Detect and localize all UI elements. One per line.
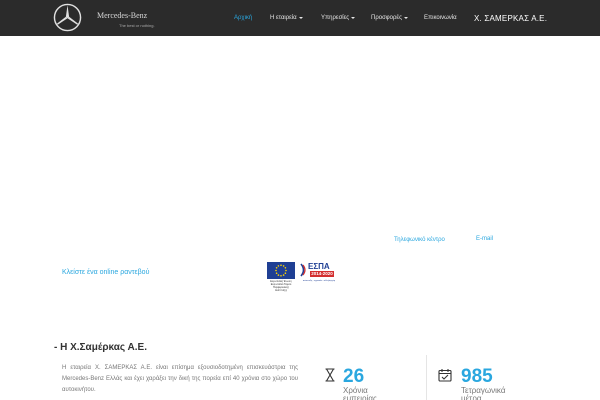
nav-item-home[interactable]: Αρχική bbox=[234, 0, 252, 36]
eu-caption: Ευρωπαϊκή Ένωση Ευρωπαϊκό Ταμείο Περιφερ… bbox=[270, 280, 292, 292]
mercedes-star-logo-icon[interactable] bbox=[53, 3, 82, 32]
nav-item-services[interactable]: Υπηρεσίες bbox=[321, 0, 356, 36]
chevron-down-icon bbox=[404, 17, 408, 19]
espa-swoosh-icon bbox=[300, 263, 306, 277]
hourglass-icon bbox=[325, 368, 335, 382]
phone-center-link[interactable]: Τηλεφωνικό κέντρο bbox=[394, 237, 445, 243]
nav-item-contact-label: Επικοινωνία bbox=[424, 15, 457, 21]
online-appointment-link[interactable]: Κλείστε ένα online ραντεβού bbox=[62, 269, 149, 276]
brand-tagline: The best or nothing. bbox=[119, 23, 155, 28]
nav-item-company-label: Η εταιρεία bbox=[270, 15, 297, 21]
chevron-down-icon bbox=[351, 17, 356, 19]
stats-divider bbox=[426, 355, 427, 400]
about-intro-text: Η εταιρεία Χ. ΣΑΜΕΡΚΑΣ Α.Ε. είναι επίσημ… bbox=[62, 365, 298, 393]
company-name-link[interactable]: Χ. ΣΑΜΕΡΚΑΣ Α.Ε. bbox=[474, 0, 547, 36]
nav-item-contact[interactable]: Επικοινωνία bbox=[424, 0, 457, 36]
top-navbar: Mercedes-Benz The best or nothing. Αρχικ… bbox=[0, 0, 600, 36]
espa-banner[interactable]: Ευρωπαϊκή Ένωση Ευρωπαϊκό Ταμείο Περιφερ… bbox=[267, 262, 339, 292]
about-section-title: - Η Χ.Σαμέρκας Α.Ε. bbox=[54, 342, 147, 353]
calendar-icon bbox=[438, 369, 452, 382]
espa-logo: ΕΣΠΑ 2014-2020 bbox=[300, 262, 338, 279]
years-experience-label: Χρόνια εμπειρίας bbox=[343, 386, 377, 400]
brand-name: Mercedes-Benz bbox=[97, 11, 148, 20]
chevron-down-icon bbox=[298, 17, 303, 19]
square-meters-value: 985 bbox=[461, 366, 493, 387]
nav-item-services-label: Υπηρεσίες bbox=[321, 15, 350, 21]
years-experience-value: 26 bbox=[343, 366, 365, 387]
nav-item-home-label: Αρχική bbox=[234, 15, 253, 21]
square-meters-label: Τετραγωνικά μέτρα bbox=[461, 386, 506, 400]
nav-item-offers[interactable]: Προσφορές bbox=[371, 0, 408, 36]
email-link[interactable]: E-mail bbox=[476, 236, 493, 242]
nav-item-offers-label: Προσφορές bbox=[371, 15, 402, 21]
nav-item-company[interactable]: Η εταιρεία bbox=[270, 0, 303, 36]
espa-motto: ανάπτυξη - εργασία - αλληλεγγύη bbox=[302, 280, 336, 282]
espa-years: 2014-2020 bbox=[310, 271, 334, 277]
eu-flag-icon bbox=[267, 262, 295, 279]
espa-title: ΕΣΠΑ bbox=[308, 262, 330, 271]
